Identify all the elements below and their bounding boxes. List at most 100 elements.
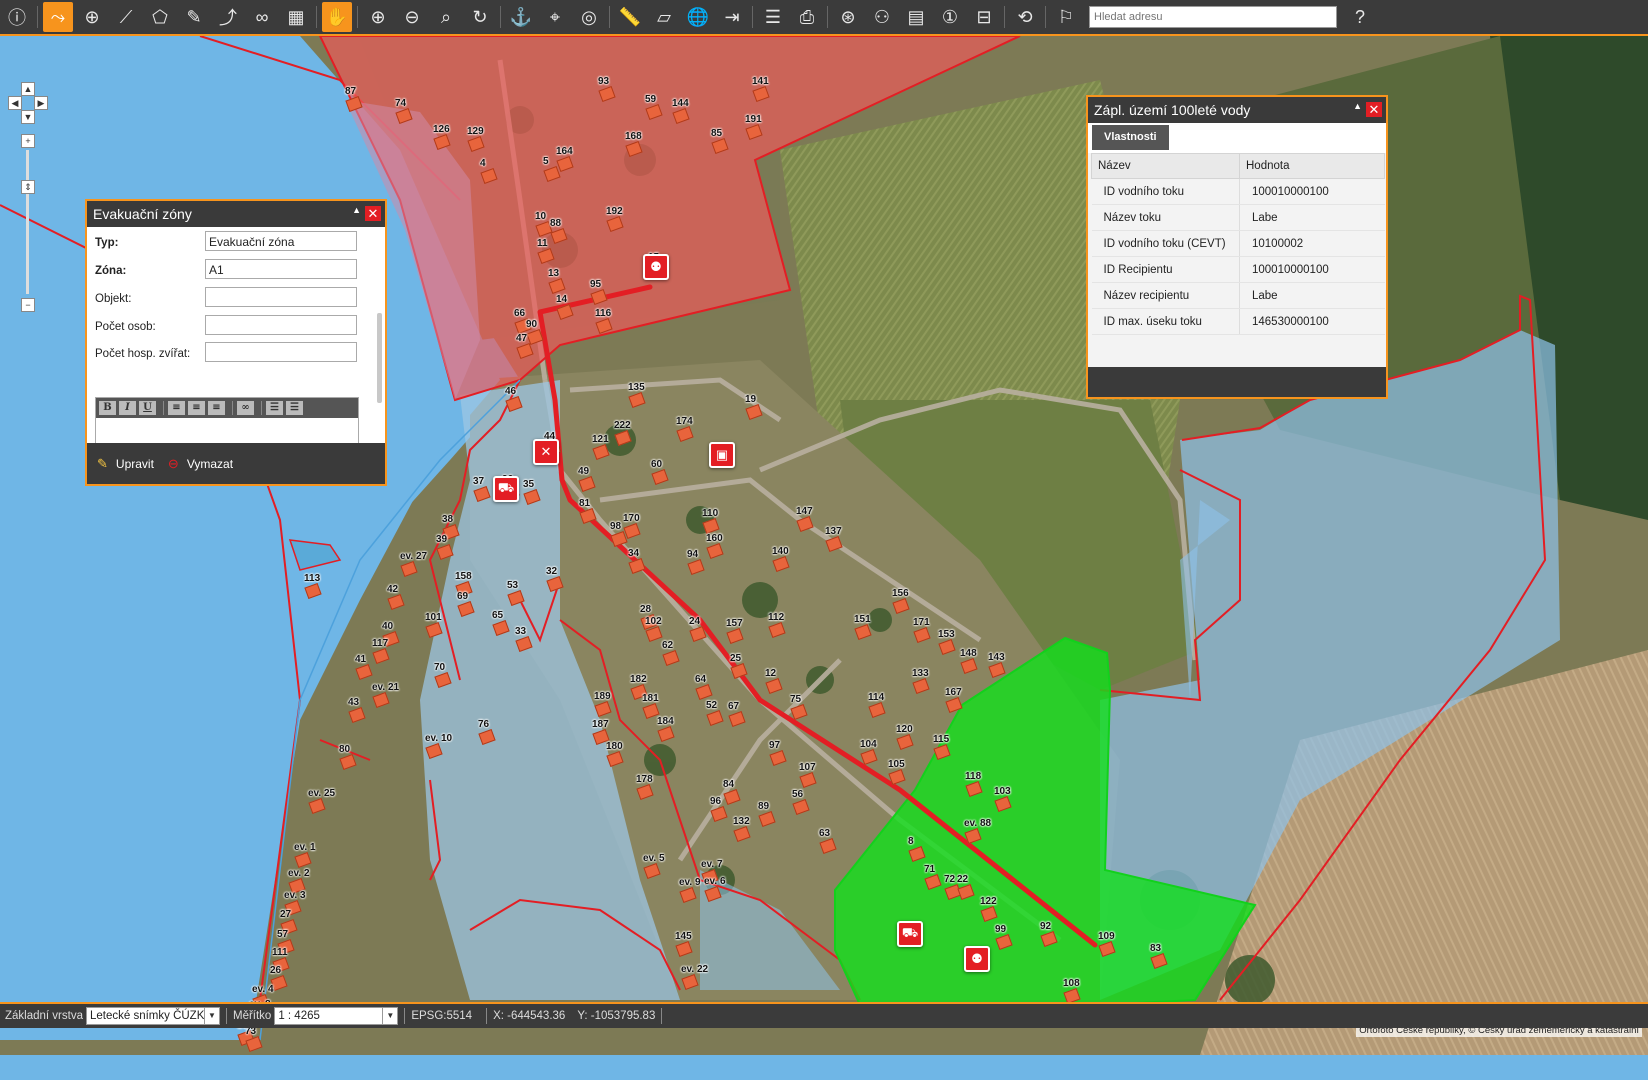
scale-select[interactable]: 1 : 4265 ▼ <box>274 1007 399 1025</box>
panel-header[interactable]: Evakuační zóny ▲ ✕ <box>87 201 385 227</box>
measure-route-icon[interactable]: ⤳ <box>43 2 73 32</box>
pan-up-icon[interactable]: ▲ <box>21 82 35 96</box>
house-number-label: 184 <box>657 716 674 727</box>
house-number-label: 135 <box>628 382 645 393</box>
collapse-icon[interactable]: ▲ <box>1353 101 1362 111</box>
edit-button[interactable]: Upravit <box>116 457 154 471</box>
divider <box>261 401 262 415</box>
table-row[interactable]: ID Recipientu 100010000100 <box>1091 256 1385 283</box>
house-number-label: 75 <box>790 694 802 705</box>
target-icon[interactable]: ◎ <box>574 2 604 32</box>
house-number-label: 95 <box>590 279 602 290</box>
evacuation-shelter-poi-icon[interactable]: ⚉ <box>643 254 669 280</box>
add-point-icon[interactable]: ⊕ <box>77 2 107 32</box>
link-icon[interactable]: ∞ <box>237 401 254 415</box>
house-number-label: 4 <box>480 158 486 169</box>
add-line-icon[interactable]: ⟋ <box>111 2 141 32</box>
address-search-input[interactable] <box>1089 6 1337 28</box>
livestock-count-field[interactable] <box>205 342 357 362</box>
base-layer-select[interactable]: Letecké snímky ČÚZK ▼ <box>85 1007 220 1025</box>
bookmark-icon[interactable]: ⚐ <box>1051 2 1081 32</box>
close-icon[interactable]: ✕ <box>1366 102 1382 117</box>
bold-icon[interactable]: B <box>99 401 116 415</box>
table-row[interactable]: ID max. úseku toku 146530000100 <box>1091 308 1385 335</box>
bed-icon[interactable]: ⊟ <box>969 2 999 32</box>
map-canvas[interactable] <box>0 36 1648 1055</box>
clipboard-icon[interactable]: ▤ <box>901 2 931 32</box>
divider <box>225 1008 227 1024</box>
users-icon[interactable]: ⚇ <box>867 2 897 32</box>
table-row[interactable]: ID vodního toku 100010000100 <box>1091 178 1385 205</box>
help-icon[interactable]: ? <box>1345 2 1375 32</box>
align-center-icon[interactable]: ≡ <box>188 401 205 415</box>
pan-down-icon[interactable]: ▼ <box>21 110 35 124</box>
zoom-slider-track[interactable] <box>26 150 29 294</box>
building-poi-icon[interactable]: ▣ <box>709 442 735 468</box>
zoom-out-button[interactable]: − <box>21 298 35 312</box>
truck-poi-icon[interactable]: ⛟ <box>897 921 923 947</box>
tab-properties[interactable]: Vlastnosti <box>1092 125 1169 150</box>
pan-hand-icon[interactable]: ✋ <box>322 2 352 32</box>
align-left-icon[interactable]: ≡ <box>168 401 185 415</box>
add-polygon-icon[interactable]: ⬠ <box>145 2 175 32</box>
delete-icon[interactable]: ⊖ <box>168 456 179 472</box>
zoom-in-button[interactable]: + <box>21 134 35 148</box>
zoom-out-icon[interactable]: ⊖ <box>397 2 427 32</box>
house-number-label: ev. 2 <box>288 868 310 879</box>
ruler-icon[interactable]: 📏 <box>615 2 645 32</box>
route-icon[interactable]: ⤴ <box>213 2 243 32</box>
pencil-icon[interactable]: ✎ <box>97 456 108 472</box>
house-number-label: ev. 5 <box>643 853 665 864</box>
info-icon[interactable]: ⓘ <box>2 2 32 32</box>
chevron-down-icon[interactable]: ▼ <box>382 1008 397 1024</box>
delete-button[interactable]: Vymazat <box>187 457 233 471</box>
map-view[interactable]: 87 74 93 59 144 141 191 126 129 168 85 164 5 4 10 88 192… <box>0 36 1648 1055</box>
column-header-value[interactable]: Hodnota <box>1239 153 1385 179</box>
house-number-label: 14 <box>556 294 568 305</box>
calculator-icon[interactable]: ▦ <box>281 2 311 32</box>
panel-title: Zápl. území 100leté vody <box>1094 102 1251 118</box>
object-field[interactable] <box>205 287 357 307</box>
zoom-search-icon[interactable]: ⌕ <box>431 2 461 32</box>
ordered-list-icon[interactable]: ☰ <box>266 401 283 415</box>
zoom-slider-handle[interactable]: ⇕ <box>21 180 35 194</box>
binoculars-icon[interactable]: ∞ <box>247 2 277 32</box>
close-icon[interactable]: ✕ <box>365 206 381 221</box>
restaurant-poi-icon[interactable]: ✕ <box>533 439 559 465</box>
table-row[interactable]: Název toku Labe <box>1091 204 1385 231</box>
zoom-in-icon[interactable]: ⊕ <box>363 2 393 32</box>
table-row[interactable]: ID vodního toku (CEVT) 10100002 <box>1091 230 1385 257</box>
house-number-label: 8 <box>908 836 914 847</box>
type-field[interactable]: Evakuační zóna <box>205 231 357 251</box>
refresh-icon[interactable]: ↻ <box>465 2 495 32</box>
document-icon[interactable]: ☰ <box>758 2 788 32</box>
area-measure-icon[interactable]: ▱ <box>649 2 679 32</box>
agriculture-poi-icon[interactable]: ⛟ <box>493 476 519 502</box>
align-right-icon[interactable]: ≡ <box>208 401 225 415</box>
edit-line-icon[interactable]: ✎ <box>179 2 209 32</box>
underline-icon[interactable]: U <box>139 401 156 415</box>
persons-count-field[interactable] <box>205 315 357 335</box>
wms-globe-icon[interactable]: ⊛ <box>833 2 863 32</box>
bullet-list-icon[interactable]: ☰ <box>286 401 303 415</box>
italic-icon[interactable]: I <box>119 401 136 415</box>
print-icon[interactable]: ⎙ <box>792 2 822 32</box>
export-icon[interactable]: ⇥ <box>717 2 747 32</box>
history-back-icon[interactable]: ⟲ <box>1010 2 1040 32</box>
pan-left-icon[interactable]: ◀ <box>8 96 22 110</box>
toggle-icon[interactable]: ① <box>935 2 965 32</box>
zone-field[interactable]: A1 <box>205 259 357 279</box>
panel-header[interactable]: Zápl. území 100leté vody ▲ ✕ <box>1088 97 1386 123</box>
pan-right-icon[interactable]: ▶ <box>34 96 48 110</box>
table-row[interactable]: Název recipientu Labe <box>1091 282 1385 309</box>
chevron-down-icon[interactable]: ▼ <box>203 1008 219 1024</box>
column-header-name[interactable]: Název <box>1091 153 1240 179</box>
form-scrollbar[interactable] <box>377 313 382 403</box>
anchor-icon[interactable]: ⚓ <box>506 2 536 32</box>
people-poi-icon[interactable]: ⚉ <box>964 946 990 972</box>
collapse-icon[interactable]: ▲ <box>352 205 361 215</box>
location-pin-icon[interactable]: ⌖ <box>540 2 570 32</box>
rich-text-editor[interactable]: B I U ≡ ≡ ≡ ∞ ☰ ☰ <box>95 397 359 443</box>
house-number-label: ev. 22 <box>681 964 709 975</box>
globe-search-icon[interactable]: 🌐 <box>683 2 713 32</box>
